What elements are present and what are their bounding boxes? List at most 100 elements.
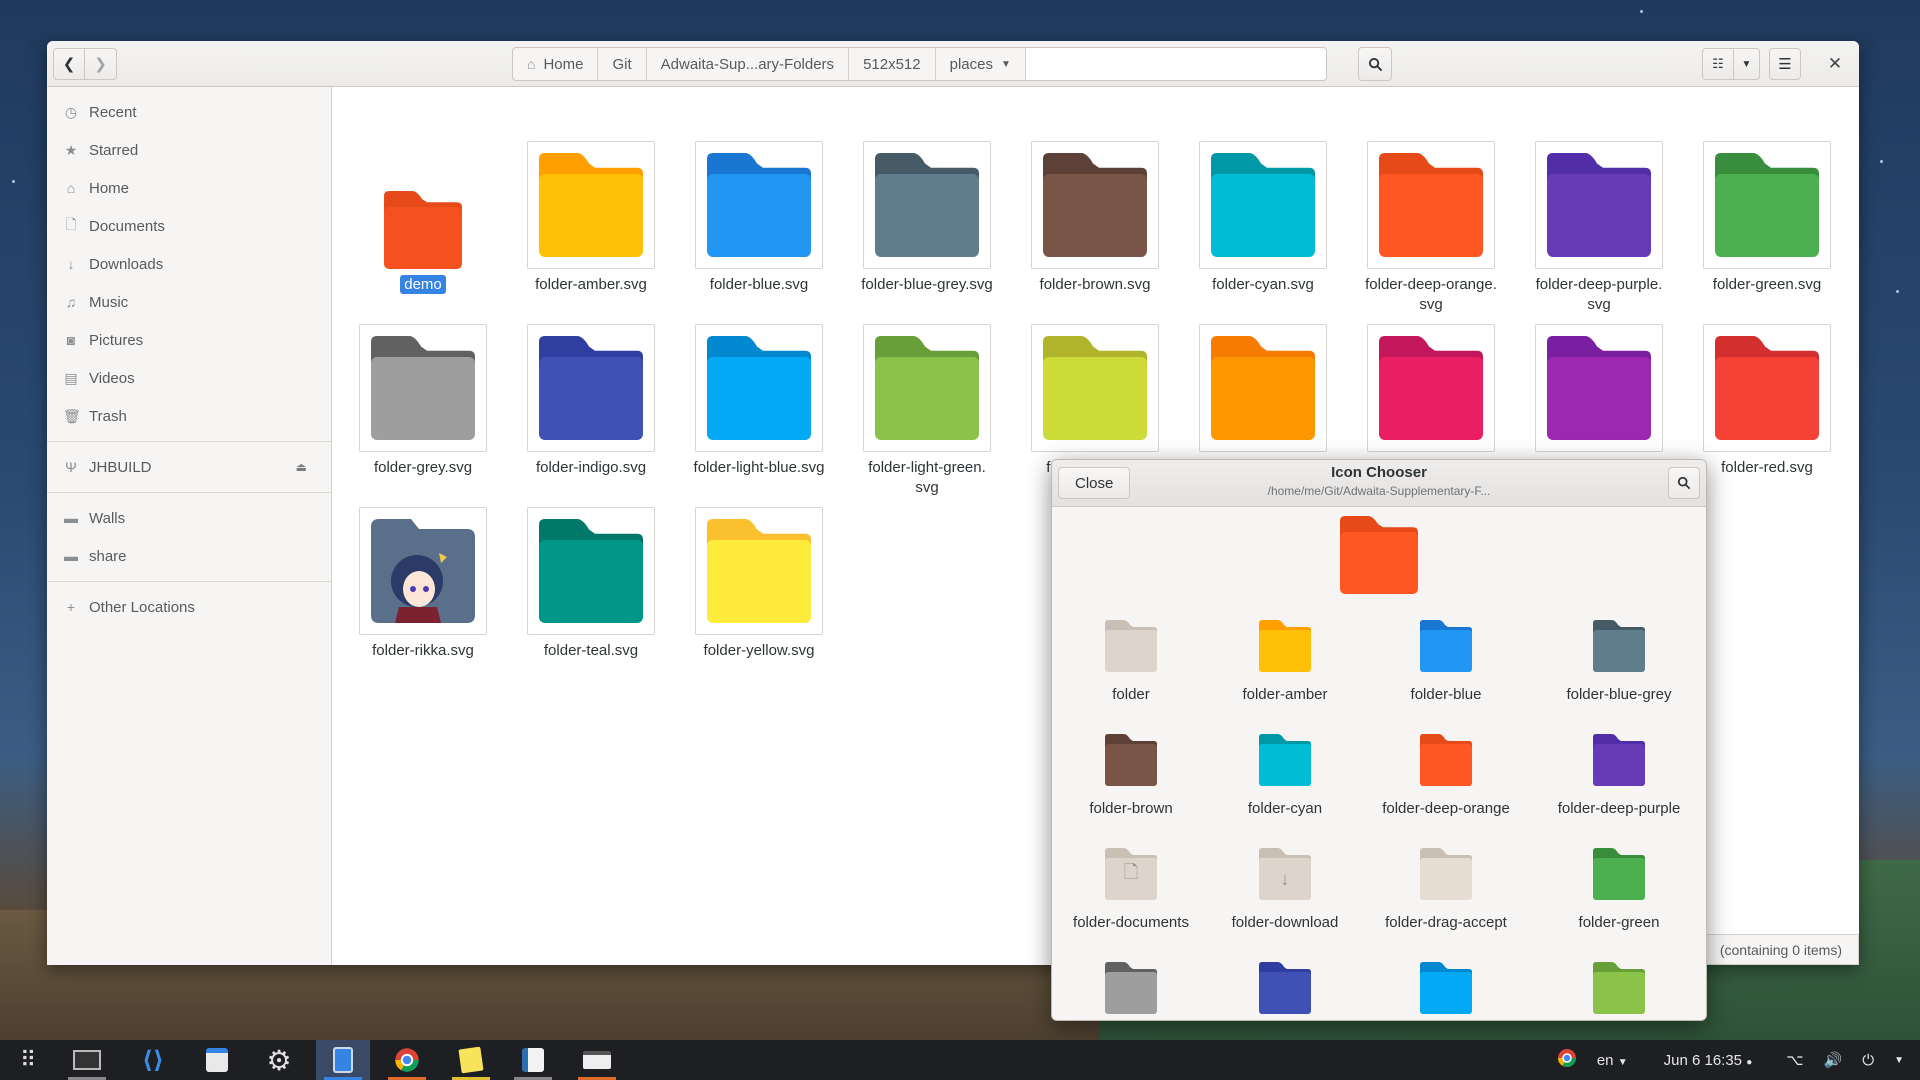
sidebar-item-label: Pictures	[89, 331, 144, 349]
file-item[interactable]: folder-light-green. svg	[843, 324, 1011, 498]
settings-icon[interactable]: ⚙	[252, 1040, 306, 1080]
view-list-button[interactable]: ☷	[1702, 48, 1734, 80]
icon-choice[interactable]: folder-brown	[1056, 726, 1206, 817]
crumb-home[interactable]: ⌂ Home	[513, 48, 599, 80]
notes-icon[interactable]	[444, 1040, 498, 1080]
file-item[interactable]: folder-teal.svg	[507, 507, 675, 661]
icon-choice[interactable]: folder-blue-grey	[1544, 612, 1694, 703]
sidebar-item-jhbuild[interactable]: Ψ JHBUILD ⏏	[47, 448, 331, 486]
crumb-repo[interactable]: Adwaita-Sup...ary-Folders	[647, 48, 850, 80]
icon-choice[interactable]: folder-cyan	[1210, 726, 1360, 817]
chrome-tray-icon[interactable]	[1557, 1048, 1577, 1072]
software-icon[interactable]	[190, 1040, 244, 1080]
mailspring-icon[interactable]	[506, 1040, 560, 1080]
file-item[interactable]: folder-grey.svg	[339, 324, 507, 478]
eject-icon[interactable]: ⏏	[296, 460, 307, 474]
power-icon[interactable]: ⏻	[1862, 1052, 1874, 1069]
file-item[interactable]: folder-yellow.svg	[675, 507, 843, 661]
icon-choice[interactable]: folder-blue	[1371, 612, 1521, 703]
icon-choice[interactable]: 🗋 folder-documents	[1056, 840, 1206, 931]
icon-choice[interactable]: folder-deep-orange	[1371, 726, 1521, 817]
sidebar-item-share[interactable]: ▬ share	[47, 537, 331, 575]
file-item[interactable]: folder-amber.svg	[507, 141, 675, 295]
menu-button[interactable]: ☰	[1769, 48, 1801, 80]
file-item[interactable]: folder-brown.svg	[1011, 141, 1179, 295]
sidebar-item-home[interactable]: ⌂ Home	[47, 169, 331, 207]
file-name-text: folder-cyan.svg	[1212, 276, 1314, 293]
header-bar: ❮ ❯ ⌂ Home Git Adwaita-Sup...ary-Folders…	[47, 41, 1859, 87]
file-item[interactable]: demo	[339, 141, 507, 295]
file-item[interactable]: folder-red.svg	[1683, 324, 1851, 478]
dialog-search-button[interactable]	[1668, 467, 1700, 499]
icon-choice[interactable]: folder-green	[1544, 840, 1694, 931]
nav-buttons: ❮ ❯	[53, 48, 117, 80]
desktop-icon[interactable]	[60, 1040, 114, 1080]
view-options-button[interactable]: ▼	[1734, 48, 1760, 80]
file-name: folder-rikka.svg	[339, 641, 507, 661]
sidebar-item-recent[interactable]: ◷ Recent	[47, 93, 331, 131]
file-name-text: folder-deep-orange. svg	[1365, 276, 1497, 313]
app-grid-icon[interactable]: ⠿	[0, 1040, 54, 1080]
file-item[interactable]: folder-light-blue.svg	[675, 324, 843, 478]
file-item[interactable]: folder-deep-purple. svg	[1515, 141, 1683, 315]
crumb-git[interactable]: Git	[598, 48, 647, 80]
sidebar-item-videos[interactable]: ▤ Videos	[47, 359, 331, 397]
icon-choice[interactable]: folder-drag-accept	[1371, 840, 1521, 931]
file-item[interactable]: folder-rikka.svg	[339, 507, 507, 661]
file-item[interactable]: folder-purple.svg	[1515, 324, 1683, 478]
file-thumbnail	[1367, 324, 1495, 452]
icon-choice[interactable]: folder-amber	[1210, 612, 1360, 703]
back-button[interactable]: ❮	[53, 48, 85, 80]
file-thumbnail	[1031, 141, 1159, 269]
icon-choice[interactable]: folder-deep-purple	[1544, 726, 1694, 817]
file-item[interactable]: folder-lime.svg	[1011, 324, 1179, 478]
dialog-body: folder folder-amber folder-blue folder-b…	[1052, 507, 1706, 1020]
file-name-text: folder-blue-grey.svg	[861, 276, 993, 293]
sidebar-item-walls[interactable]: ▬ Walls	[47, 499, 331, 537]
sidebar-item-downloads[interactable]: ↓ Downloads	[47, 245, 331, 283]
file-item[interactable]: folder-indigo.svg	[507, 324, 675, 478]
file-item[interactable]: folder-deep-orange. svg	[1347, 141, 1515, 315]
sidebar-item-other-locations[interactable]: + Other Locations	[47, 588, 331, 626]
crumb-size[interactable]: 512x512	[849, 48, 936, 80]
network-icon[interactable]: ⌥	[1786, 1051, 1803, 1069]
clock[interactable]: Jun 6 16:35 ●	[1664, 1052, 1753, 1069]
sidebar-item-documents[interactable]: 🗋 Documents	[47, 207, 331, 245]
folder-icon	[1544, 726, 1694, 786]
file-thumbnail	[695, 507, 823, 635]
sidebar-item-starred[interactable]: ★ Starred	[47, 131, 331, 169]
sidebar-item-pictures[interactable]: ◙ Pictures	[47, 321, 331, 359]
file-thumbnail	[1535, 324, 1663, 452]
forward-button[interactable]: ❯	[85, 48, 117, 80]
chrome-icon[interactable]	[380, 1040, 434, 1080]
crumb-places[interactable]: places ▼	[936, 48, 1026, 80]
icon-choice[interactable]	[1056, 954, 1206, 1014]
icon-choice[interactable]	[1544, 954, 1694, 1014]
clock-icon: ◷	[64, 103, 78, 120]
file-name-text: folder-green.svg	[1712, 276, 1822, 293]
icon-choice[interactable]: folder	[1056, 612, 1206, 703]
search-icon	[1368, 57, 1382, 71]
file-item[interactable]: folder-blue.svg	[675, 141, 843, 295]
icon-choice[interactable]: ↓ folder-download	[1210, 840, 1360, 931]
file-item[interactable]: folder-pink.svg	[1347, 324, 1515, 478]
sidebar-item-label: Recent	[89, 103, 137, 121]
sidebar-item-music[interactable]: ♫ Music	[47, 283, 331, 321]
file-item[interactable]: folder-cyan.svg	[1179, 141, 1347, 295]
file-item[interactable]: folder-green.svg	[1683, 141, 1851, 295]
icon-choice[interactable]	[1371, 954, 1521, 1014]
window-close-button[interactable]: ✕	[1820, 49, 1850, 79]
keyboard-icon[interactable]	[570, 1040, 624, 1080]
file-item[interactable]: folder-orange.svg	[1179, 324, 1347, 478]
file-item[interactable]: folder-blue-grey.svg	[843, 141, 1011, 295]
files-icon[interactable]	[316, 1040, 370, 1080]
sidebar-item-trash[interactable]: 🗑 Trash	[47, 397, 331, 435]
icon-chooser-dialog: Close Icon Chooser /home/me/Git/Adwaita-…	[1051, 459, 1707, 1021]
icon-choice[interactable]	[1210, 954, 1360, 1014]
volume-icon[interactable]: 🔊	[1824, 1051, 1843, 1069]
folder-icon: ▬	[64, 510, 78, 526]
language-indicator[interactable]: en ▼	[1597, 1052, 1628, 1069]
chevron-down-icon[interactable]: ▼	[1894, 1055, 1904, 1066]
vscode-icon[interactable]: ⟨⟩	[126, 1040, 180, 1080]
search-button[interactable]	[1358, 47, 1392, 81]
